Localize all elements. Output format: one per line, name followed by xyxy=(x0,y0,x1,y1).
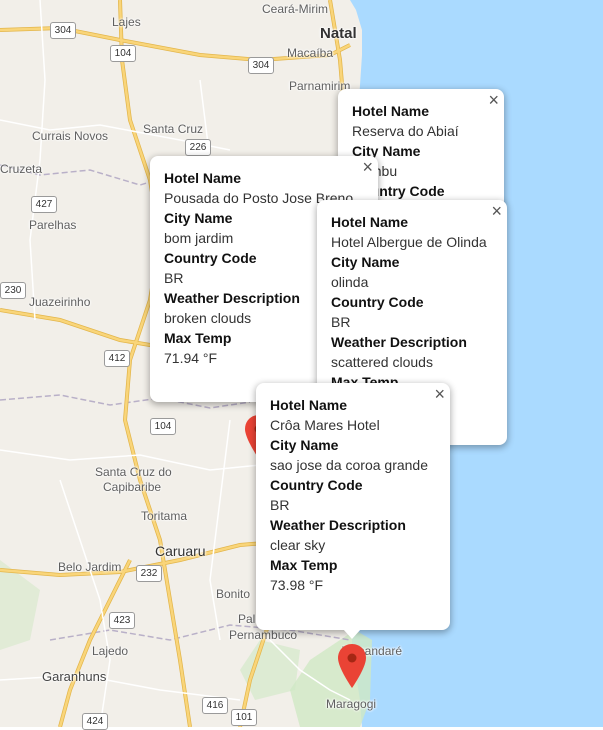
country-code-value: BR xyxy=(270,497,290,513)
place-label: Pal xyxy=(238,612,256,626)
close-icon[interactable]: × xyxy=(362,158,373,176)
place-label: Bonito xyxy=(216,587,251,601)
road-shield: 104 xyxy=(150,418,176,435)
hotel-name-label: Hotel Name xyxy=(270,397,348,413)
city-name-value: sao jose da coroa grande xyxy=(270,457,428,473)
city-name-label: City Name xyxy=(270,437,339,453)
road-shield: 416 xyxy=(202,697,228,714)
close-icon[interactable]: × xyxy=(491,202,502,220)
weather-description-label: Weather Description xyxy=(270,517,406,533)
weather-description-value: clear sky xyxy=(270,537,326,553)
road-shield: 304 xyxy=(248,57,274,74)
place-label: Garanhuns xyxy=(42,669,107,684)
place-label: Natal xyxy=(320,25,357,42)
road-shield: 104 xyxy=(110,45,136,62)
place-label: Belo Jardim xyxy=(58,560,122,574)
hotel-name-value: Crôa Mares Hotel xyxy=(270,417,380,433)
weather-description-label: Weather Description xyxy=(331,334,467,350)
road-shield: 226 xyxy=(185,139,211,156)
hotel-name-label: Hotel Name xyxy=(331,214,409,230)
road-shield: 101 xyxy=(231,709,257,726)
place-label: Caruaru xyxy=(155,543,206,559)
road-shield: 232 xyxy=(136,565,162,582)
info-window: × Hotel Name Crôa Mares Hotel City Name … xyxy=(256,383,450,630)
city-name-label: City Name xyxy=(331,254,400,270)
map[interactable]: Ceará-Mirim Lajes Natal Macaíba Parnamir… xyxy=(0,0,603,730)
place-label: Juazeirinho xyxy=(29,295,91,309)
road-shield: 412 xyxy=(104,350,130,367)
info-window-tail xyxy=(343,629,361,639)
place-label: Ceará-Mirim xyxy=(262,2,328,16)
place-label: Santa Cruz xyxy=(143,122,204,136)
place-label: Macaíba xyxy=(287,46,334,60)
place-label: Capibaribe xyxy=(103,480,162,494)
close-icon[interactable]: × xyxy=(434,385,445,403)
place-label: Parelhas xyxy=(29,218,77,232)
hotel-name-label: Hotel Name xyxy=(164,170,242,186)
max-temp-label: Max Temp xyxy=(270,557,338,573)
country-code-label: Country Code xyxy=(331,294,424,310)
road-shield: 304 xyxy=(50,22,76,39)
place-label: Lajes xyxy=(112,15,141,29)
place-label: Pernambuco xyxy=(229,628,298,642)
place-label: Lajedo xyxy=(92,644,129,658)
road-shield: 424 xyxy=(82,713,108,730)
max-temp-value: 73.98 °F xyxy=(270,577,324,593)
hotel-name-label: Hotel Name xyxy=(352,103,430,119)
place-label: Currais Novos xyxy=(32,129,109,143)
place-label: Cruzeta xyxy=(0,162,43,176)
place-label: Santa Cruz do xyxy=(95,465,172,479)
hotel-name-value: Hotel Albergue de Olinda xyxy=(331,234,487,250)
road-shield: 230 xyxy=(0,282,26,299)
road-shield: 423 xyxy=(109,612,135,629)
weather-description-value: scattered clouds xyxy=(331,354,433,370)
country-code-value: BR xyxy=(331,314,351,330)
place-label: Toritama xyxy=(141,509,188,523)
road-shield: 427 xyxy=(31,196,57,213)
hotel-name-value: Reserva do Abiaí xyxy=(352,123,459,139)
place-label: Maragogi xyxy=(326,697,377,711)
close-icon[interactable]: × xyxy=(488,91,499,109)
city-name-value: olinda xyxy=(331,274,369,290)
country-code-label: Country Code xyxy=(270,477,363,493)
